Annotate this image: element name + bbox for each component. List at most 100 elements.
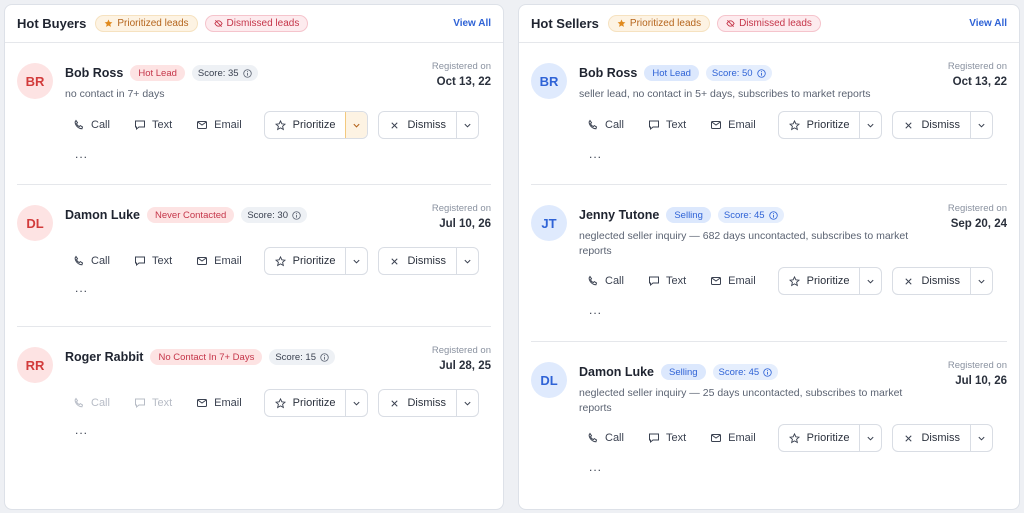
dismiss-split-button: Dismiss xyxy=(378,247,479,275)
more-options[interactable]: ... xyxy=(589,147,602,161)
dismiss-button[interactable]: Dismiss xyxy=(893,268,970,294)
prioritize-dropdown-toggle[interactable] xyxy=(859,112,881,138)
prioritize-split-button: Prioritize xyxy=(777,111,883,139)
text-button[interactable]: Text xyxy=(122,111,184,139)
avatar: RR xyxy=(17,347,53,383)
lead-name[interactable]: Bob Ross xyxy=(65,66,123,80)
more-options[interactable]: ... xyxy=(589,303,602,317)
chevron-down-icon xyxy=(867,436,875,441)
email-button[interactable]: Email xyxy=(698,111,768,139)
lead-name[interactable]: Roger Rabbit xyxy=(65,350,143,364)
lead-actions: Call Text Email Prioritize Dismiss xyxy=(587,267,993,295)
chevron-down-icon xyxy=(353,123,361,128)
chat-icon xyxy=(648,276,659,287)
prioritize-button[interactable]: Prioritize xyxy=(779,268,860,294)
more-options[interactable]: ... xyxy=(75,147,88,161)
lead-description: no contact in 7+ days xyxy=(65,88,165,100)
score-badge: Score: 50 xyxy=(705,65,772,81)
dismiss-button[interactable]: Dismiss xyxy=(893,425,970,451)
view-all-link[interactable]: View All xyxy=(453,18,491,29)
registered-info: Registered on Jul 28, 25 xyxy=(432,345,491,372)
text-button[interactable]: Text xyxy=(636,267,698,295)
lead-actions: Call Text Email Prioritize Dismiss xyxy=(73,389,479,417)
info-icon[interactable] xyxy=(756,68,766,78)
hot-sellers-header: Hot Sellers Prioritized leads Dismissed … xyxy=(519,5,1019,43)
panel-title: Hot Buyers xyxy=(17,16,87,31)
info-icon[interactable] xyxy=(292,210,301,220)
prioritize-dropdown-toggle[interactable] xyxy=(859,268,881,294)
email-button[interactable]: Email xyxy=(698,424,768,452)
email-button[interactable]: Email xyxy=(184,111,254,139)
dismiss-button[interactable]: Dismiss xyxy=(379,112,456,138)
star-outline-icon xyxy=(788,119,800,130)
dismiss-button[interactable]: Dismiss xyxy=(893,112,970,138)
prioritize-dropdown-toggle[interactable] xyxy=(345,112,368,138)
prioritize-button[interactable]: Prioritize xyxy=(265,248,346,274)
call-button[interactable]: Call xyxy=(587,267,636,295)
close-icon xyxy=(905,434,913,442)
chevron-down-icon xyxy=(464,123,471,128)
view-all-link[interactable]: View All xyxy=(969,18,1007,29)
dismiss-button[interactable]: Dismiss xyxy=(379,248,456,274)
chevron-down-icon xyxy=(867,123,875,128)
prioritize-button[interactable]: Prioritize xyxy=(779,425,860,451)
registered-info: Registered on Jul 10, 26 xyxy=(432,203,491,230)
score-badge: Score: 15 xyxy=(269,349,335,365)
call-button[interactable]: Call xyxy=(73,247,122,275)
phone-icon xyxy=(588,119,598,130)
prioritize-button[interactable]: Prioritize xyxy=(779,112,860,138)
phone-icon xyxy=(588,432,598,443)
lead-name[interactable]: Bob Ross xyxy=(579,66,637,80)
chevron-down-icon xyxy=(978,436,985,441)
registered-info: Registered on Sep 20, 24 xyxy=(948,203,1007,230)
status-badge: Hot Lead xyxy=(130,65,185,81)
dismiss-dropdown-toggle[interactable] xyxy=(969,425,992,451)
registered-label: Registered on xyxy=(431,61,491,72)
text-button[interactable]: Text xyxy=(636,111,698,139)
info-icon[interactable] xyxy=(763,367,772,377)
text-button: Text xyxy=(122,389,184,417)
phone-icon xyxy=(74,255,84,266)
lead-card: RR Roger Rabbit No Contact In 7+ Days Sc… xyxy=(17,327,491,469)
lead-actions: Call Text Email Prioritize Dismiss xyxy=(73,247,479,275)
dismissed-leads-chip[interactable]: Dismissed leads xyxy=(717,15,821,32)
email-button[interactable]: Email xyxy=(698,267,768,295)
call-button[interactable]: Call xyxy=(73,111,122,139)
more-options[interactable]: ... xyxy=(75,281,88,295)
info-icon[interactable] xyxy=(242,68,252,78)
lead-name[interactable]: Damon Luke xyxy=(579,365,654,379)
prioritize-button[interactable]: Prioritize xyxy=(265,390,346,416)
dismiss-dropdown-toggle[interactable] xyxy=(455,248,478,274)
prioritized-leads-chip[interactable]: Prioritized leads xyxy=(95,15,198,32)
text-button[interactable]: Text xyxy=(122,247,184,275)
registered-date: Oct 13, 22 xyxy=(436,76,491,88)
mail-icon xyxy=(711,434,722,442)
call-button[interactable]: Call xyxy=(587,111,636,139)
lead-name[interactable]: Damon Luke xyxy=(65,208,140,222)
dismiss-dropdown-toggle[interactable] xyxy=(969,268,992,294)
star-outline-icon xyxy=(788,432,800,443)
registered-info: Registered on Oct 13, 22 xyxy=(948,61,1007,88)
dismiss-button[interactable]: Dismiss xyxy=(379,390,456,416)
prioritize-dropdown-toggle[interactable] xyxy=(345,248,367,274)
email-button[interactable]: Email xyxy=(184,389,254,417)
dismiss-dropdown-toggle[interactable] xyxy=(969,112,992,138)
phone-icon xyxy=(588,275,598,286)
registered-date: Sep 20, 24 xyxy=(950,218,1007,230)
info-icon[interactable] xyxy=(768,210,778,220)
prioritize-dropdown-toggle[interactable] xyxy=(859,425,881,451)
prioritized-leads-chip[interactable]: Prioritized leads xyxy=(607,15,711,32)
avatar: JT xyxy=(531,205,567,241)
more-options[interactable]: ... xyxy=(589,460,602,474)
more-options[interactable]: ... xyxy=(75,423,88,437)
dismissed-leads-chip[interactable]: Dismissed leads xyxy=(204,15,309,32)
prioritize-button[interactable]: Prioritize xyxy=(265,112,346,138)
dismiss-dropdown-toggle[interactable] xyxy=(455,390,478,416)
email-button[interactable]: Email xyxy=(184,247,254,275)
text-button[interactable]: Text xyxy=(636,424,698,452)
dismiss-dropdown-toggle[interactable] xyxy=(455,112,478,138)
info-icon[interactable] xyxy=(320,352,329,362)
prioritize-dropdown-toggle[interactable] xyxy=(345,390,367,416)
lead-name[interactable]: Jenny Tutone xyxy=(579,208,659,222)
call-button[interactable]: Call xyxy=(587,424,636,452)
